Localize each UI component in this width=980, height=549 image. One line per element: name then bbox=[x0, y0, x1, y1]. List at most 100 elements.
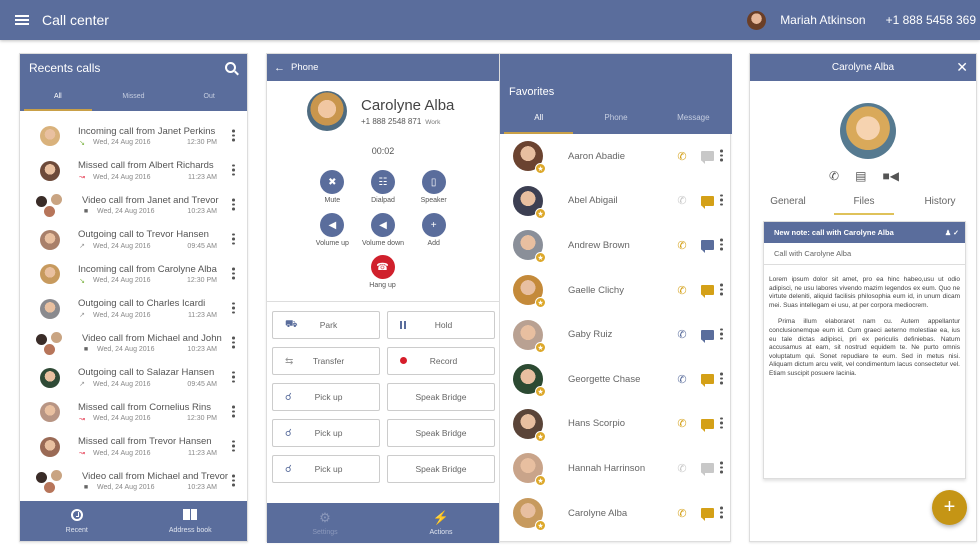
message-icon[interactable] bbox=[701, 240, 714, 254]
user-info[interactable]: Mariah Atkinson +1 888 5458 369 bbox=[747, 10, 980, 30]
message-icon[interactable] bbox=[701, 418, 714, 432]
phone-icon[interactable]: ✆ bbox=[675, 239, 689, 252]
more-options-icon[interactable] bbox=[232, 129, 235, 143]
call-list-item[interactable]: Missed call from Cornelius Rins ↝ Wed, 24 … bbox=[20, 395, 247, 430]
pick-up-button[interactable]: ☌ Pick up bbox=[272, 419, 380, 447]
phone-icon[interactable]: ✆ bbox=[675, 462, 689, 475]
favorite-item[interactable]: ★ Gaby Ruiz ✆ bbox=[500, 312, 732, 357]
note-body[interactable]: Lorem ipsum dolor sit amet, pro ea hinc … bbox=[764, 265, 965, 379]
person-check-icon[interactable]: ♟ ✓ bbox=[945, 229, 959, 237]
speak-bridge-button[interactable]: Speak Bridge bbox=[387, 383, 495, 411]
more-options-icon[interactable] bbox=[720, 461, 723, 475]
tab-missed[interactable]: Missed bbox=[96, 87, 172, 111]
phone-icon[interactable]: ✆ bbox=[675, 507, 689, 520]
phone-icon[interactable]: ✆ bbox=[675, 150, 689, 163]
more-options-icon[interactable] bbox=[232, 198, 235, 212]
user-avatar[interactable] bbox=[747, 10, 767, 30]
more-options-icon[interactable] bbox=[720, 149, 723, 163]
nav-settings[interactable]: ⚙ Settings bbox=[267, 503, 383, 543]
nav-address-book[interactable]: Address book bbox=[134, 501, 248, 541]
favorite-item[interactable]: ★ Aaron Abadie ✆ bbox=[500, 134, 732, 179]
more-options-icon[interactable] bbox=[232, 267, 235, 281]
favorite-item[interactable]: ★ Andrew Brown ✆ bbox=[500, 223, 732, 268]
phone-icon[interactable]: ✆ bbox=[675, 284, 689, 297]
hang-up-button[interactable]: ☎ Hang up bbox=[357, 255, 408, 289]
transfer-button[interactable]: ⇆ Transfer bbox=[272, 347, 380, 375]
note-subject[interactable]: Call with Carolyne Alba bbox=[764, 243, 965, 265]
call-list-item[interactable]: Incoming call from Janet Perkins ↘ Wed, 24… bbox=[20, 119, 247, 154]
call-list-item[interactable]: Incoming call from Carolyne Alba ↘ Wed, 24… bbox=[20, 257, 247, 292]
phone-icon[interactable]: ✆ bbox=[675, 194, 689, 207]
volume-up-button[interactable]: ◀ Volume up bbox=[307, 213, 358, 247]
more-options-icon[interactable] bbox=[232, 336, 235, 350]
message-icon[interactable] bbox=[701, 329, 714, 343]
favorite-item[interactable]: ★ Carolyne Alba ✆ bbox=[500, 491, 732, 536]
favorite-item[interactable]: ★ Georgette Chase ✆ bbox=[500, 357, 732, 402]
speak-bridge-button[interactable]: Speak Bridge bbox=[387, 455, 495, 483]
add-fab-button[interactable]: + bbox=[932, 490, 967, 525]
close-icon[interactable]: ✕ bbox=[956, 59, 968, 76]
favorite-item[interactable]: ★ Hans Scorpio ✆ bbox=[500, 402, 732, 447]
call-list-item[interactable]: Outgoing call to Charles Icardi ↗ Wed, 24 … bbox=[20, 292, 247, 327]
phone-icon[interactable]: ✆ bbox=[675, 373, 689, 386]
call-list-item[interactable]: Missed call from Trevor Hansen ↝ Wed, 24 A… bbox=[20, 430, 247, 465]
call-list-item[interactable]: Outgoing call to Salazar Hansen ↗ Wed, 24 … bbox=[20, 361, 247, 396]
more-options-icon[interactable] bbox=[232, 440, 235, 453]
pick-up-button[interactable]: ☌ Pick up bbox=[272, 383, 380, 411]
tab-out[interactable]: Out bbox=[171, 87, 247, 111]
more-options-icon[interactable] bbox=[232, 371, 235, 384]
mute-button[interactable]: ✖ Mute bbox=[307, 170, 358, 204]
tab-files[interactable]: Files bbox=[826, 193, 902, 215]
more-options-icon[interactable] bbox=[720, 238, 723, 252]
message-icon[interactable] bbox=[701, 285, 714, 299]
call-list-item[interactable]: Video call from Michael and John ■ Wed, 24… bbox=[20, 326, 247, 361]
favorite-item[interactable]: ★ Gaelle Clichy ✆ bbox=[500, 268, 732, 313]
tab-fav-phone[interactable]: Phone bbox=[577, 106, 654, 134]
more-options-icon[interactable] bbox=[232, 164, 235, 177]
call-list-item[interactable]: Missed call from Albert Richards ↝ Wed, 24… bbox=[20, 154, 247, 189]
tab-all[interactable]: All bbox=[20, 87, 96, 111]
more-options-icon[interactable] bbox=[720, 372, 723, 386]
tab-general[interactable]: General bbox=[750, 193, 826, 215]
back-arrow-icon[interactable]: ← bbox=[274, 62, 285, 74]
tab-history[interactable]: History bbox=[902, 193, 978, 215]
message-icon[interactable] bbox=[701, 463, 714, 477]
call-list-item[interactable]: Video call from Janet and Trevor ■ Wed, 24… bbox=[20, 188, 247, 223]
more-options-icon[interactable] bbox=[720, 194, 723, 207]
nav-actions[interactable]: ⚡ Actions bbox=[383, 503, 499, 543]
speaker-button[interactable]: ▯ Speaker bbox=[408, 170, 459, 204]
video-icon[interactable]: ■◀ bbox=[882, 169, 898, 183]
phone-icon[interactable]: ✆ bbox=[675, 417, 689, 430]
tab-fav-all[interactable]: All bbox=[500, 106, 577, 134]
more-options-icon[interactable] bbox=[720, 417, 723, 430]
dialpad-button[interactable]: ☷ Dialpad bbox=[358, 170, 409, 204]
phone-icon[interactable]: ✆ bbox=[675, 328, 689, 341]
favorite-item[interactable]: ★ Hannah Harrinson ✆ bbox=[500, 446, 732, 491]
record-button[interactable]: Record bbox=[387, 347, 495, 375]
volume-down-button[interactable]: ◀ Volume down bbox=[358, 213, 409, 247]
tab-fav-message[interactable]: Message bbox=[655, 106, 732, 134]
call-list-item[interactable]: Video call from Michael and Trevor ■ Wed, … bbox=[20, 464, 247, 499]
call-list-item[interactable]: Outgoing call to Trevor Hansen ↗ Wed, 24 A… bbox=[20, 223, 247, 258]
more-options-icon[interactable] bbox=[232, 302, 235, 315]
pick-up-button[interactable]: ☌ Pick up bbox=[272, 455, 380, 483]
message-icon[interactable] bbox=[701, 508, 714, 522]
more-options-icon[interactable] bbox=[720, 506, 723, 520]
search-icon[interactable] bbox=[225, 62, 236, 73]
hold-button[interactable]: Hold bbox=[387, 311, 495, 339]
more-options-icon[interactable] bbox=[232, 405, 235, 419]
favorite-item[interactable]: ★ Abel Abigail ✆ bbox=[500, 179, 732, 224]
more-options-icon[interactable] bbox=[720, 283, 723, 297]
park-button[interactable]: ⛟ Park bbox=[272, 311, 380, 339]
add-button[interactable]: + Add bbox=[408, 213, 459, 247]
chat-icon[interactable]: ▤ bbox=[855, 169, 866, 183]
message-icon[interactable] bbox=[701, 195, 714, 209]
message-icon[interactable] bbox=[701, 151, 714, 165]
hamburger-menu-icon[interactable] bbox=[15, 15, 29, 25]
speak-bridge-button[interactable]: Speak Bridge bbox=[387, 419, 495, 447]
phone-icon[interactable]: ✆ bbox=[829, 169, 839, 183]
more-options-icon[interactable] bbox=[720, 328, 723, 341]
message-icon[interactable] bbox=[701, 374, 714, 388]
nav-recent[interactable]: Recent bbox=[20, 501, 134, 541]
more-options-icon[interactable] bbox=[232, 233, 235, 246]
